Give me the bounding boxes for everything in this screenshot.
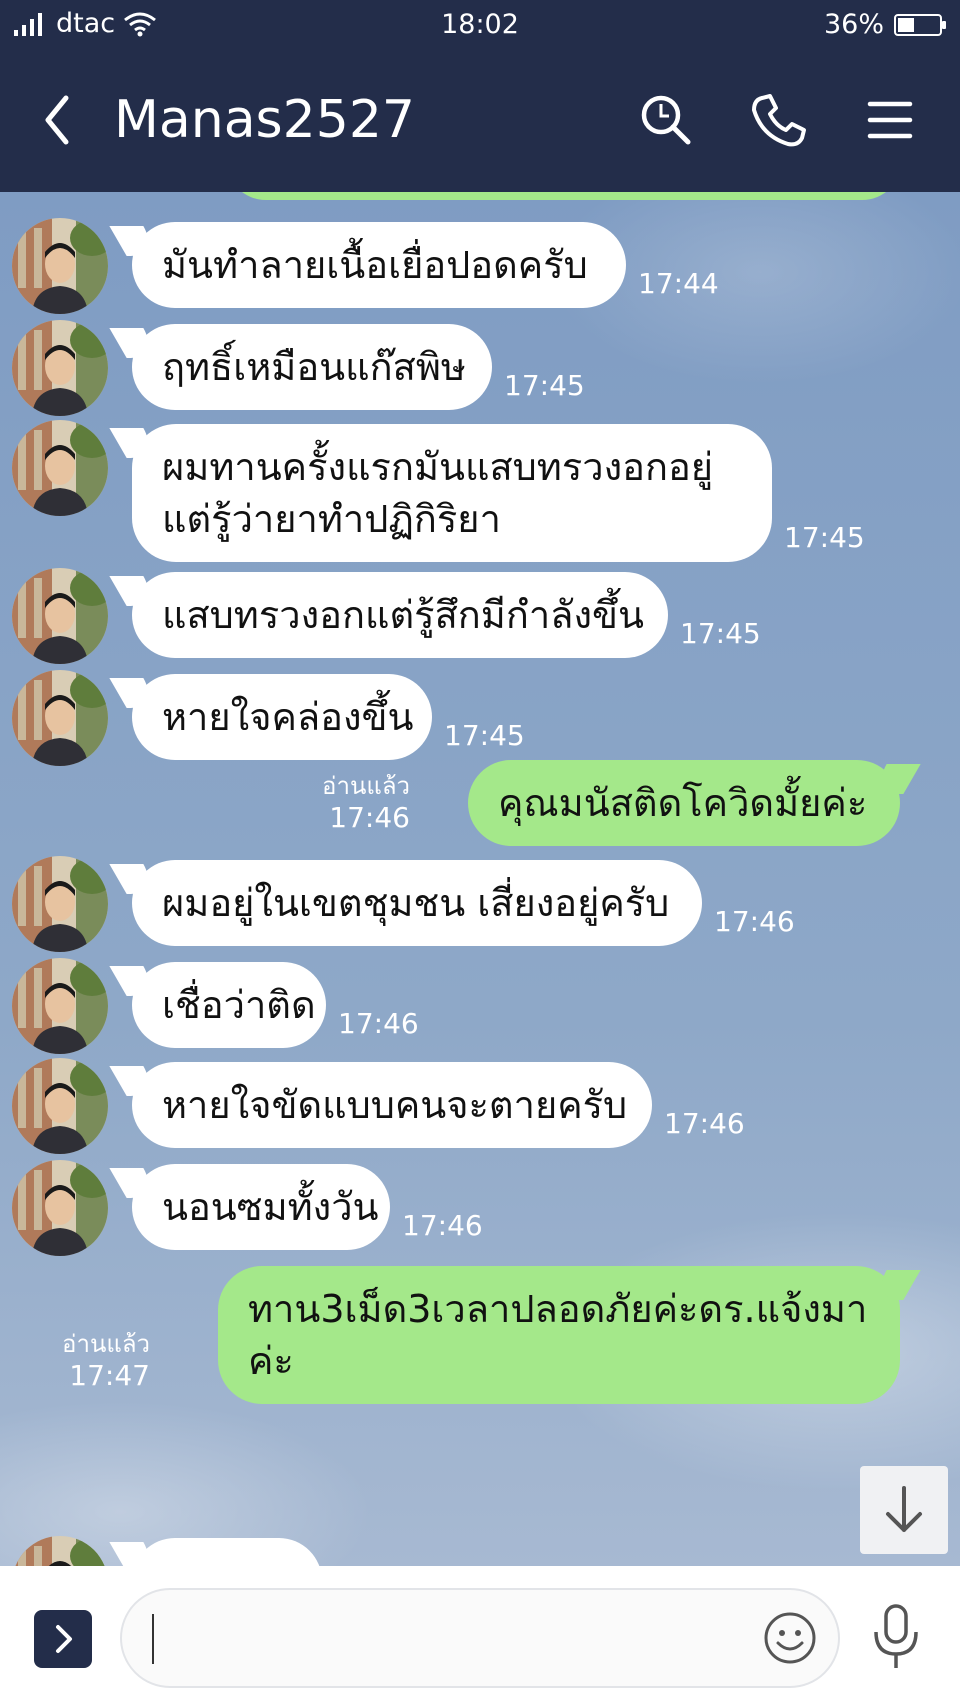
chevron-left-icon[interactable] <box>36 88 80 152</box>
status-bar: dtac 18:02 36% <box>0 0 960 48</box>
battery-percent: 36% <box>823 9 884 40</box>
message-text-line: ฤทธิ์เหมือนแก๊สพิษ <box>162 345 466 389</box>
battery-area: 36% <box>823 9 946 40</box>
chat-area[interactable]: มันทำลายเนื้อเยื่อปอดครับ 17:44 ฤทธิ์เหมื… <box>0 192 960 1566</box>
message-time: 17:44 <box>638 267 719 300</box>
incoming-message-bubble[interactable]: ผมทานครั้งแรกมันแสบทรวงอกอยู่แต่รู้ว่ายา… <box>132 424 772 562</box>
chevron-right-icon <box>56 1625 72 1653</box>
phone-icon[interactable] <box>748 90 808 150</box>
message-time: 17:47 <box>69 1359 150 1392</box>
expand-button[interactable] <box>34 1610 92 1668</box>
message-text-line: หายใจขัดแบบคนจะตายครับ <box>162 1083 628 1127</box>
battery-icon <box>894 13 946 36</box>
message-text-line: นอนซมทั้งวัน <box>162 1185 379 1229</box>
read-receipt: อ่านแล้ว 17:46 <box>300 770 410 834</box>
search-icon[interactable] <box>636 90 696 150</box>
chat-header: Manas2527 <box>0 48 960 192</box>
avatar[interactable] <box>12 1058 108 1154</box>
message-input[interactable] <box>120 1588 840 1688</box>
incoming-message-bubble[interactable]: นอนซมทั้งวัน <box>132 1164 390 1250</box>
message-text-line: ค่ะ <box>248 1339 294 1383</box>
incoming-message-bubble[interactable]: เชื่อว่าติด <box>132 962 326 1048</box>
chat-title: Manas2527 <box>114 90 415 150</box>
previous-bubble <box>226 192 902 200</box>
outgoing-message-bubble[interactable]: ทาน3เม็ด3เวลาปลอดภัยค่ะดร.แจ้งมาค่ะ <box>218 1266 900 1404</box>
avatar[interactable] <box>12 420 108 516</box>
read-label: อ่านแล้ว <box>322 772 410 800</box>
read-label: อ่านแล้ว <box>62 1330 150 1358</box>
message-text-line: ผมอยู่ในเขตชุมชน เสี่ยงอยู่ครับ <box>162 881 670 925</box>
message-time: 17:45 <box>444 719 525 752</box>
message-time: 17:45 <box>504 369 585 402</box>
avatar[interactable] <box>12 856 108 952</box>
avatar[interactable] <box>12 958 108 1054</box>
message-text-line: ผมทานครั้งแรกมันแสบทรวงอกอยู่ <box>162 445 714 489</box>
avatar[interactable] <box>12 218 108 314</box>
status-time: 18:02 <box>441 9 519 40</box>
incoming-message-bubble[interactable]: ฤทธิ์เหมือนแก๊สพิษ <box>132 324 492 410</box>
incoming-message-bubble[interactable]: หายใจคล่องขึ้น <box>132 674 432 760</box>
message-time: 17:46 <box>402 1209 483 1242</box>
message-time: 17:46 <box>664 1107 745 1140</box>
message-text-line: เชื่อว่าติด <box>162 983 316 1027</box>
avatar[interactable] <box>12 670 108 766</box>
message-time: 17:46 <box>329 801 410 834</box>
avatar[interactable] <box>12 1536 108 1566</box>
message-time: 17:46 <box>714 905 795 938</box>
composer-bar <box>0 1566 960 1706</box>
avatar[interactable] <box>12 1160 108 1256</box>
message-time: 17:45 <box>784 521 865 554</box>
outgoing-message-bubble[interactable]: คุณมนัสติดโควิดมั้ยค่ะ <box>468 760 900 846</box>
hamburger-menu-icon[interactable] <box>860 90 920 150</box>
read-receipt: อ่านแล้ว 17:47 <box>40 1328 150 1392</box>
message-text-line: แต่รู้ว่ายาทำปฏิกิริยา <box>162 497 501 541</box>
avatar[interactable] <box>12 320 108 416</box>
incoming-message-bubble[interactable]: หายใจขัดแบบคนจะตายครับ <box>132 1062 652 1148</box>
incoming-message-bubble[interactable] <box>132 1538 322 1566</box>
microphone-icon[interactable] <box>868 1602 924 1672</box>
message-time: 17:45 <box>680 617 761 650</box>
message-text-line: หายใจคล่องขึ้น <box>162 695 414 739</box>
incoming-message-bubble[interactable]: แสบทรวงอกแต่รู้สึกมีกำลังขึ้น <box>132 572 668 658</box>
message-text-line: ทาน3เม็ด3เวลาปลอดภัยค่ะดร.แจ้งมา <box>248 1287 868 1331</box>
scroll-to-bottom-button[interactable] <box>860 1466 948 1554</box>
message-time: 17:46 <box>338 1007 419 1040</box>
arrow-down-icon <box>886 1486 922 1532</box>
incoming-message-bubble[interactable]: ผมอยู่ในเขตชุมชน เสี่ยงอยู่ครับ <box>132 860 702 946</box>
text-caret <box>152 1614 154 1664</box>
avatar[interactable] <box>12 568 108 664</box>
message-text-line: คุณมนัสติดโควิดมั้ยค่ะ <box>498 781 868 825</box>
message-text-line: มันทำลายเนื้อเยื่อปอดครับ <box>162 243 588 287</box>
incoming-message-bubble[interactable]: มันทำลายเนื้อเยื่อปอดครับ <box>132 222 626 308</box>
message-text-line: แสบทรวงอกแต่รู้สึกมีกำลังขึ้น <box>162 593 644 637</box>
smiley-icon[interactable] <box>762 1610 818 1666</box>
